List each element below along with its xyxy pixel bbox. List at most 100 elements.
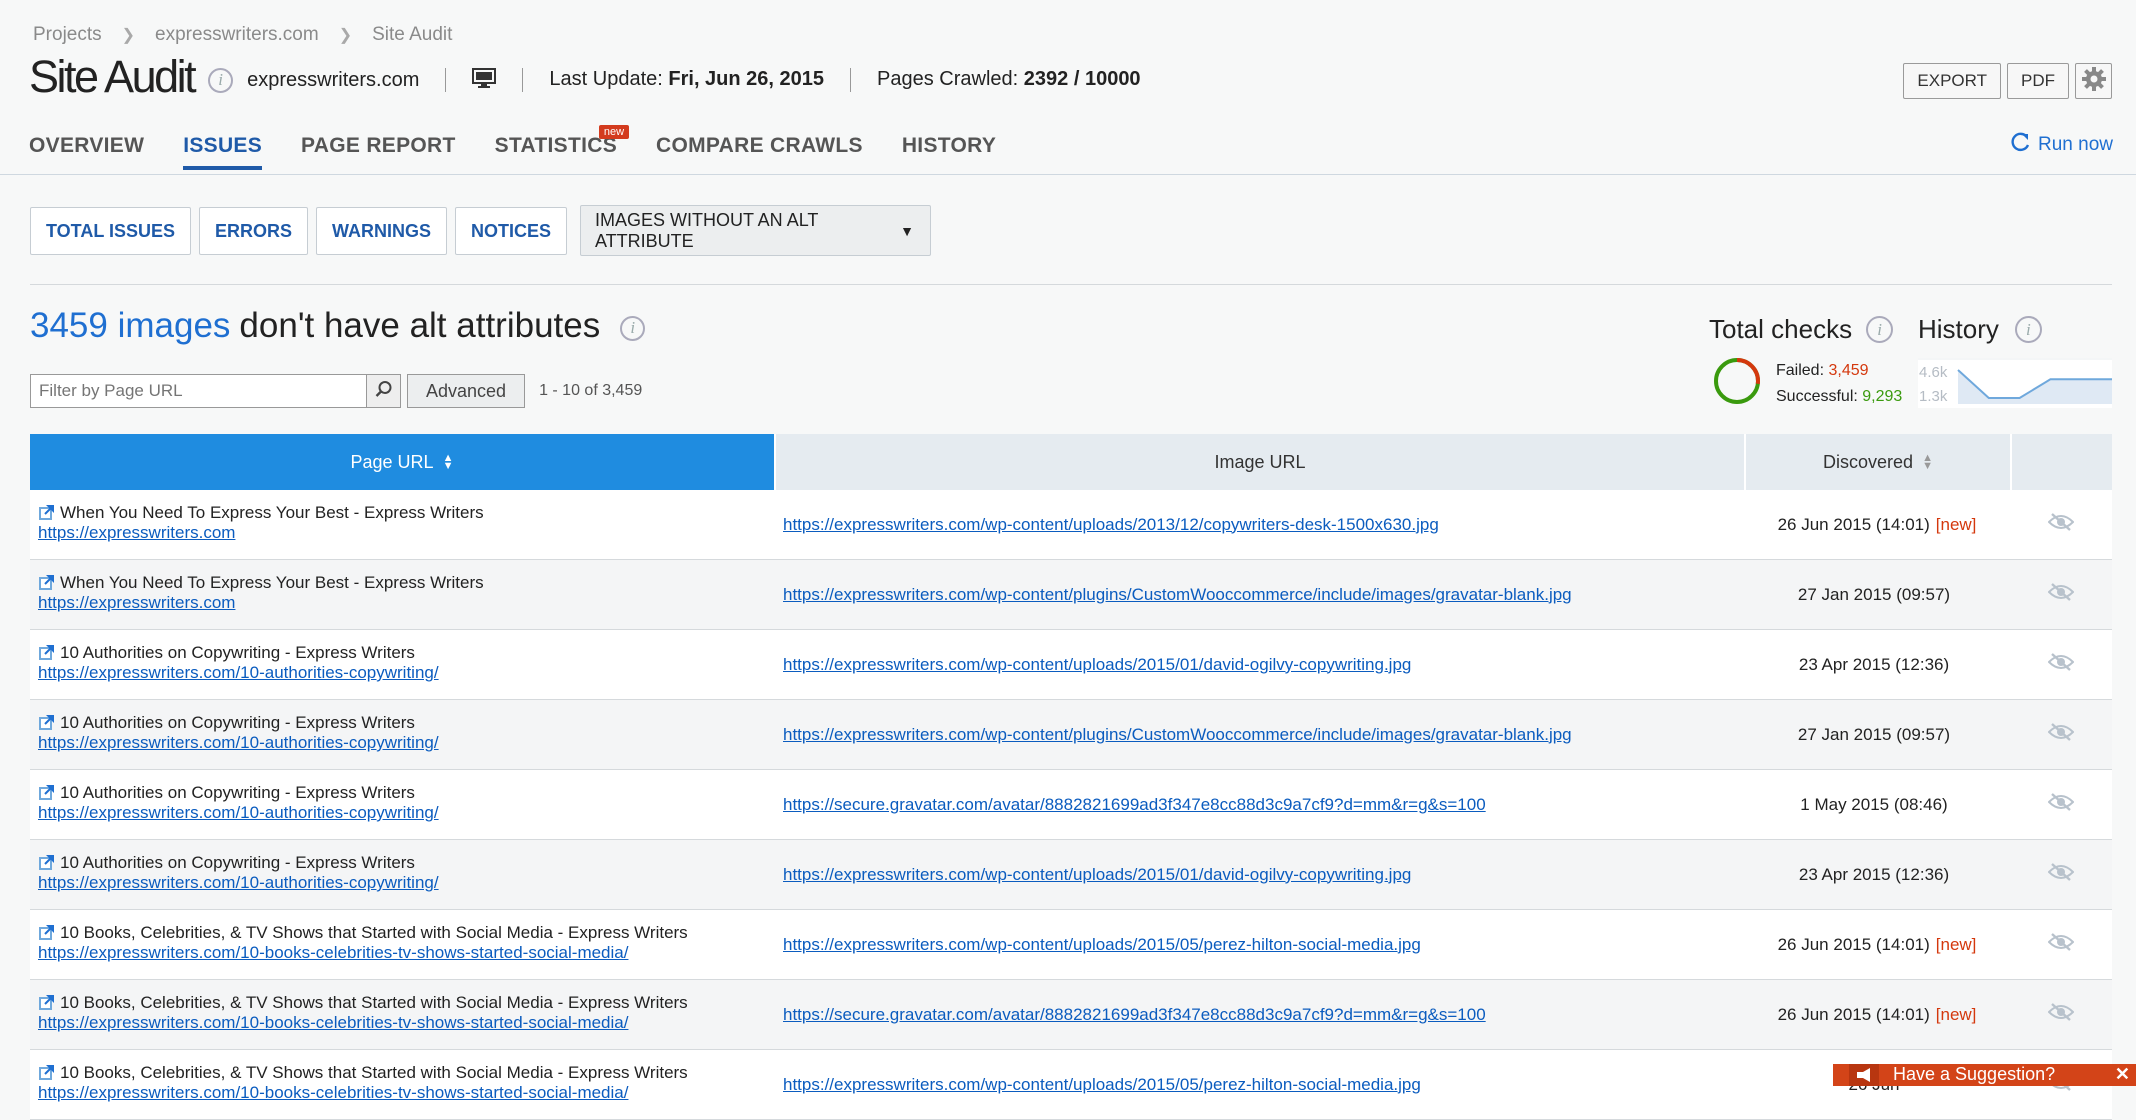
page-url-link[interactable]: https://expresswriters.com/10-books-cele… [38,1083,774,1103]
issue-type-select[interactable]: IMAGES WITHOUT AN ALT ATTRIBUTE ▼ [580,205,931,256]
hide-cell [2010,560,2112,629]
image-url-link[interactable]: https://expresswriters.com/wp-content/up… [783,935,1421,955]
hide-eye-icon[interactable] [2047,1003,2075,1026]
pagination-info: 1 - 10 of 3,459 [539,382,643,399]
total-issues-button[interactable]: TOTAL ISSUES [30,207,192,255]
advanced-filter-button[interactable]: Advanced [407,374,526,408]
notices-button[interactable]: NOTICES [455,207,568,255]
image-url-link[interactable]: https://expresswriters.com/wp-content/up… [783,655,1411,675]
page-url-link[interactable]: https://expresswriters.com/10-authoritie… [38,733,774,753]
page-cell: When You Need To Express Your Best - Exp… [30,490,774,559]
pdf-button[interactable]: PDF [2007,63,2069,99]
page-title-text: 10 Authorities on Copywriting - Express … [60,643,415,662]
issue-count[interactable]: 3459 images [30,306,230,346]
chevron-right-icon: ❯ [338,27,353,44]
external-link-icon[interactable] [38,924,55,946]
tab-statistics[interactable]: STATISTICS new [495,125,630,170]
image-url-link[interactable]: https://secure.gravatar.com/avatar/88828… [783,795,1486,815]
discovered-cell: 26 Jun 2015 (14:01) [new] [1744,910,2010,979]
info-icon[interactable]: i [1866,316,1894,343]
hide-eye-icon[interactable] [2047,863,2075,886]
search-button[interactable] [367,374,401,408]
table-header: Page URL ▲ ▼ Image URL Discovered ▲ ▼ [30,434,2112,490]
desktop-icon[interactable] [472,67,497,94]
page-url-link[interactable]: https://expresswriters.com/10-authoritie… [38,803,774,823]
external-link-icon[interactable] [38,994,55,1016]
hide-eye-icon[interactable] [2047,513,2075,536]
external-link-icon[interactable] [38,784,55,806]
hide-cell [2010,910,2112,979]
external-link-icon[interactable] [38,714,55,736]
tab-page-report[interactable]: PAGE REPORT [301,134,456,170]
hide-eye-icon[interactable] [2047,723,2075,746]
image-url-link[interactable]: https://secure.gravatar.com/avatar/88828… [783,1005,1486,1025]
info-icon[interactable]: i [2014,316,2042,343]
suggestion-bar[interactable]: Have a Suggestion? ✕ [1833,1064,2136,1086]
column-header-label: Image URL [1214,451,1306,472]
tab-issues[interactable]: ISSUES [183,134,263,170]
hide-eye-icon[interactable] [2047,933,2075,956]
errors-button[interactable]: ERRORS [199,207,309,255]
image-url-link[interactable]: https://expresswriters.com/wp-content/up… [783,1075,1421,1095]
table-row: 10 Authorities on Copywriting - Express … [30,700,2112,770]
external-link-icon[interactable] [38,1064,55,1086]
history-y-top: 4.6k [1919,364,1948,381]
discovered-date: 23 Apr 2015 (12:36) [1798,864,1950,884]
tab-compare-crawls[interactable]: COMPARE CRAWLS [656,134,863,170]
divider [445,68,447,92]
breadcrumb-domain[interactable]: expresswriters.com [155,24,319,46]
hide-eye-icon[interactable] [2047,793,2075,816]
project-domain: expresswriters.com [247,68,420,91]
image-url-link[interactable]: https://expresswriters.com/wp-content/up… [783,515,1439,535]
page-url-link[interactable]: https://expresswriters.com [38,523,774,543]
info-icon[interactable]: i [620,315,646,341]
run-now-button[interactable]: Run now [2011,132,2113,158]
successful-label: Successful: [1776,388,1858,405]
external-link-icon[interactable] [38,644,55,666]
hide-eye-icon[interactable] [2047,653,2075,676]
hide-cell [2010,840,2112,909]
failed-label: Failed: [1776,362,1825,379]
image-url-link[interactable]: https://expresswriters.com/wp-content/pl… [783,725,1572,745]
image-url-link[interactable]: https://expresswriters.com/wp-content/pl… [783,585,1572,605]
image-url-link[interactable]: https://expresswriters.com/wp-content/up… [783,865,1411,885]
page-url-link[interactable]: https://expresswriters.com/10-authoritie… [38,873,774,893]
total-checks-widget: Total checks i Failed: 3,459 Successful:… [1709,314,1902,405]
warnings-button[interactable]: WARNINGS [316,207,448,255]
close-icon[interactable]: ✕ [2115,1064,2130,1085]
breadcrumb-projects[interactable]: Projects [33,24,102,46]
info-icon[interactable]: i [208,67,234,93]
discovered-date: 1 May 2015 (08:46) [1800,794,1948,814]
external-link-icon[interactable] [38,854,55,876]
page-url-filter-input[interactable] [30,374,367,408]
page-url-link[interactable]: https://expresswriters.com/10-books-cele… [38,1013,774,1033]
column-header-image-url: Image URL [776,434,1746,490]
external-link-icon[interactable] [38,574,55,596]
failed-value[interactable]: 3,459 [1828,362,1868,379]
page-url-link[interactable]: https://expresswriters.com/10-books-cele… [38,943,774,963]
column-header-discovered[interactable]: Discovered ▲ ▼ [1746,434,2012,490]
external-link-icon[interactable] [38,504,55,526]
discovered-cell: 1 May 2015 (08:46) [1744,770,2010,839]
page-title-text: When You Need To Express Your Best - Exp… [60,573,484,592]
last-update: Last Update: Fri, Jun 26, 2015 [549,68,824,91]
page-url-link[interactable]: https://expresswriters.com/10-authoritie… [38,663,774,683]
megaphone-icon [1849,1064,1879,1086]
successful-value: 9,293 [1862,388,1903,405]
divider [850,68,852,92]
image-cell: https://expresswriters.com/wp-content/pl… [774,560,1744,629]
tabs: OVERVIEW ISSUES PAGE REPORT STATISTICS n… [29,125,996,170]
tab-overview[interactable]: OVERVIEW [29,134,144,170]
image-cell: https://secure.gravatar.com/avatar/88828… [774,980,1744,1049]
page-cell: 10 Authorities on Copywriting - Express … [30,840,774,909]
column-header-page-url[interactable]: Page URL ▲ ▼ [30,434,776,490]
page-url-link[interactable]: https://expresswriters.com [38,593,774,613]
export-button[interactable]: EXPORT [1903,63,2001,99]
settings-button[interactable] [2075,63,2112,99]
new-tag: [new] [1935,1004,1977,1024]
tab-history[interactable]: HISTORY [902,134,996,170]
table-row: 10 Authorities on Copywriting - Express … [30,630,2112,700]
chevron-right-icon: ❯ [121,27,136,44]
hide-eye-icon[interactable] [2047,583,2075,606]
issue-headline: 3459 images don't have alt attributes i [30,306,646,346]
